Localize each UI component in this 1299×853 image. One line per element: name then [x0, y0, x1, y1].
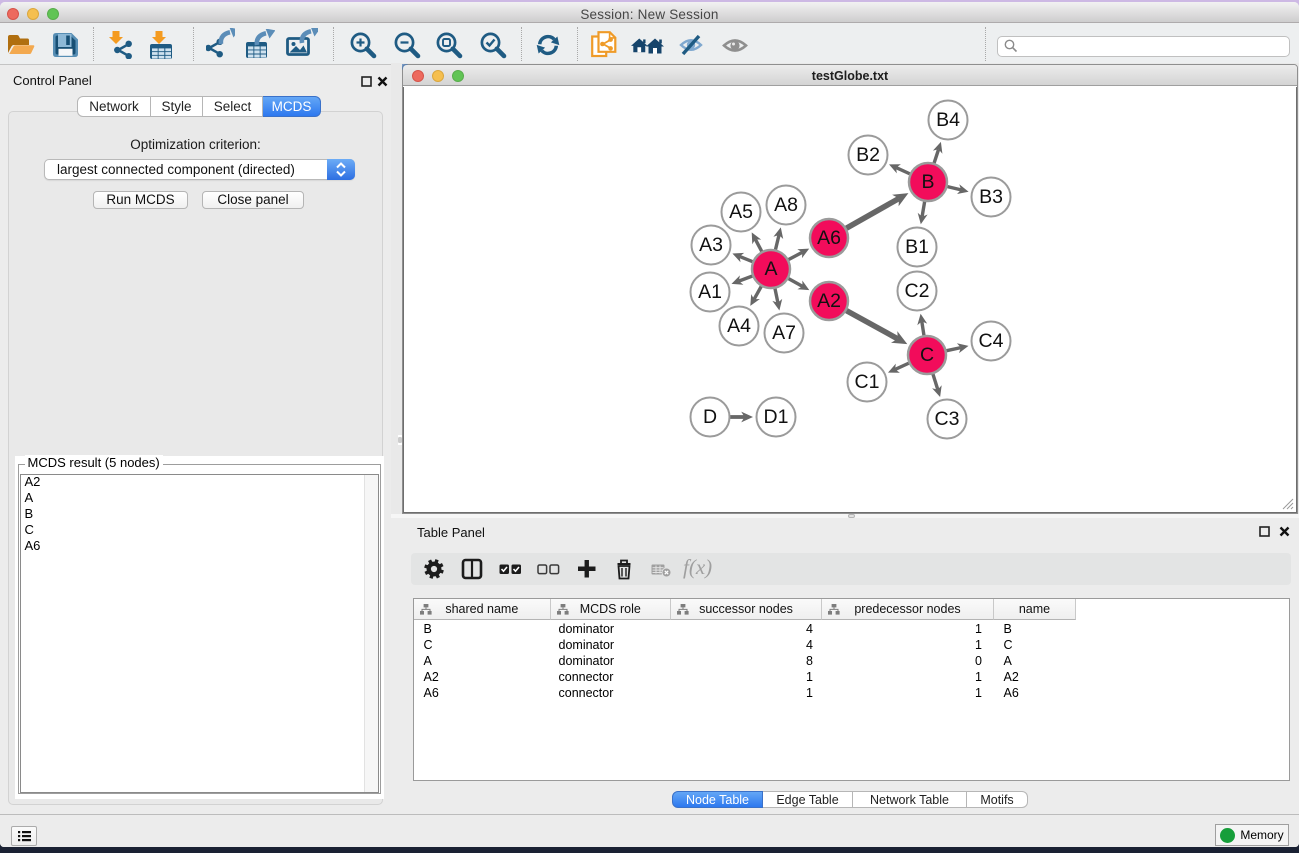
svg-text:A5: A5 — [729, 201, 753, 223]
svg-text:A3: A3 — [699, 234, 723, 256]
svg-text:A1: A1 — [698, 281, 722, 303]
svg-text:A7: A7 — [772, 322, 796, 344]
svg-text:A: A — [764, 258, 777, 280]
svg-text:A4: A4 — [727, 315, 751, 337]
svg-text:D: D — [703, 406, 717, 428]
svg-text:B2: B2 — [856, 144, 880, 166]
svg-text:A2: A2 — [817, 290, 841, 312]
svg-text:C1: C1 — [855, 371, 880, 393]
svg-text:A8: A8 — [774, 194, 798, 216]
svg-text:B1: B1 — [905, 236, 929, 258]
svg-text:A6: A6 — [817, 227, 841, 249]
svg-text:D1: D1 — [764, 406, 789, 428]
svg-text:C4: C4 — [979, 330, 1004, 352]
svg-text:B: B — [921, 171, 934, 193]
svg-text:C3: C3 — [935, 408, 960, 430]
svg-text:B3: B3 — [979, 186, 1003, 208]
svg-text:B4: B4 — [936, 109, 960, 131]
svg-text:C: C — [920, 344, 934, 366]
svg-text:C2: C2 — [905, 280, 930, 302]
